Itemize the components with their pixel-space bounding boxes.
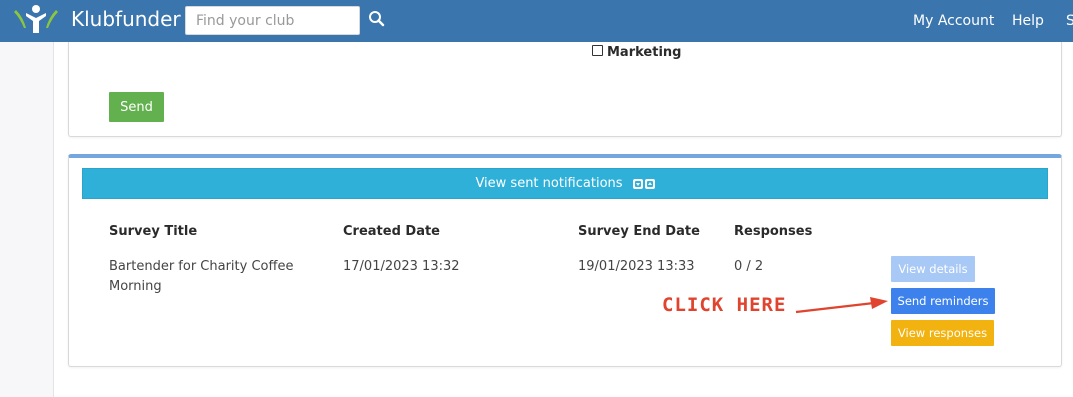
brand-name[interactable]: Klubfunder — [71, 7, 181, 31]
send-reminders-button[interactable]: Send reminders — [891, 288, 995, 314]
notif-bar-label: View sent notifications — [475, 176, 623, 191]
top-navbar: Klubfunder My Account Help S — [0, 0, 1073, 42]
message-form-card — [68, 42, 1062, 137]
click-here-annotation: CLICK HERE — [662, 294, 787, 316]
nav-my-account[interactable]: My Account — [913, 12, 994, 30]
chevron-down-icon[interactable] — [632, 178, 643, 189]
view-responses-button[interactable]: View responses — [891, 320, 994, 346]
cell-created-date: 17/01/2023 13:32 — [343, 259, 460, 274]
view-details-button[interactable]: View details — [891, 256, 975, 282]
collapse-toggle[interactable] — [632, 178, 655, 189]
cell-survey-title: Bartender for Charity Coffee Morning — [109, 259, 294, 294]
column-header-survey-end-date: Survey End Date — [578, 224, 700, 239]
send-button[interactable]: Send — [109, 92, 164, 122]
klubfunder-logo-icon[interactable] — [12, 4, 60, 34]
club-search-input[interactable] — [185, 6, 360, 35]
chevron-up-icon[interactable] — [644, 178, 655, 189]
sidebar — [0, 42, 54, 397]
column-header-survey-title: Survey Title — [109, 224, 198, 239]
view-sent-notifications-bar[interactable]: View sent notifications — [82, 168, 1048, 199]
nav-item-truncated[interactable]: S — [1066, 12, 1073, 30]
search-icon[interactable] — [368, 10, 386, 28]
column-header-created-date: Created Date — [343, 224, 440, 239]
cell-responses: 0 / 2 — [734, 259, 764, 274]
annotation-arrow-icon — [795, 297, 888, 314]
marketing-checkbox[interactable] — [592, 45, 603, 56]
nav-help[interactable]: Help — [1012, 12, 1044, 30]
cell-survey-end-date: 19/01/2023 13:33 — [578, 259, 695, 274]
column-header-responses: Responses — [734, 224, 813, 239]
marketing-checkbox-label[interactable]: Marketing — [607, 45, 681, 60]
